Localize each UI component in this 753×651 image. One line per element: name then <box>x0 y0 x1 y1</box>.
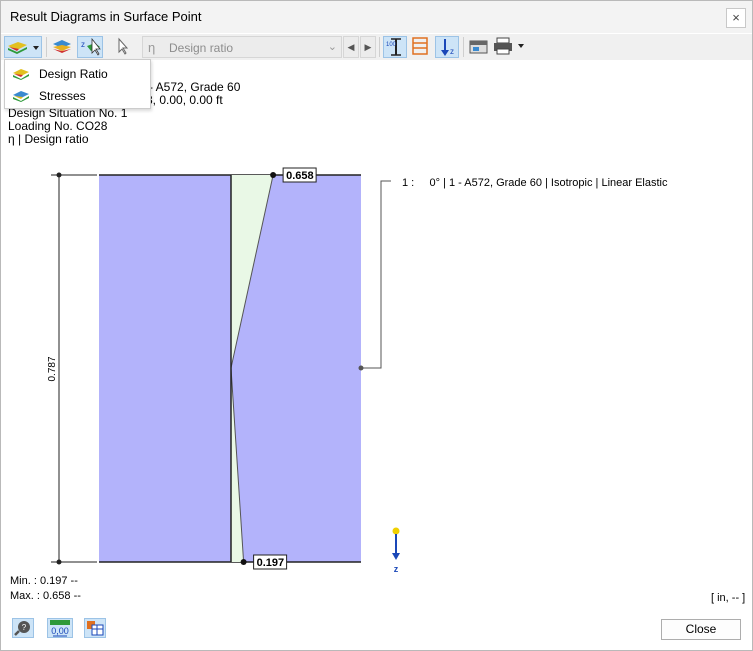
layers-button[interactable] <box>51 36 73 58</box>
z-axis-label: z <box>394 564 399 574</box>
layer-rect <box>99 175 361 562</box>
menu-item-stresses[interactable]: Stresses <box>5 85 150 107</box>
arrow-right-icon: ▶ <box>364 42 372 52</box>
svg-text:z: z <box>81 40 85 49</box>
min-value-text: 0.197 <box>257 557 285 569</box>
result-type-menu: Design Ratio Stresses <box>4 59 151 109</box>
legend-leader <box>361 180 391 369</box>
dimension-point-bottom <box>56 559 62 565</box>
report-button[interactable] <box>468 36 490 58</box>
surface-results-icon <box>8 42 39 54</box>
arrow-left-icon: ◀ <box>347 42 355 52</box>
max-value-label: 0.658 <box>282 167 317 183</box>
min-value-point <box>240 559 247 565</box>
min-value-label: 0.197 <box>253 554 288 570</box>
window-title: Result Diagrams in Surface Point <box>10 9 202 24</box>
min-value-readout: Min. : 0.197 -- <box>10 575 78 587</box>
design-ratio-icon <box>13 69 29 80</box>
toolbar: z η Design ratio ⌄ ◀ ▶ 100 z <box>1 34 752 60</box>
values-icon: z <box>81 37 101 56</box>
dimension-icon: 100 <box>386 38 401 56</box>
print-button[interactable] <box>493 36 529 58</box>
menu-item-label: Design Ratio <box>39 67 108 81</box>
z-axis-arrowhead <box>392 553 400 560</box>
layer-legend: 1 : 0° | 1 - A572, Grade 60 | Isotropic … <box>402 177 668 189</box>
result-diagrams-dialog: Result Diagrams in Surface Point × z η D… <box>0 0 753 651</box>
help-button[interactable]: ? <box>12 618 34 638</box>
export-button[interactable] <box>84 618 106 638</box>
close-button[interactable]: Close <box>661 619 741 640</box>
svg-text:z: z <box>450 47 454 56</box>
svg-text:100: 100 <box>386 42 397 48</box>
z-arrow-icon: z <box>441 39 454 56</box>
thickness-label: 0.787 <box>47 356 58 381</box>
toolbar-separator <box>46 37 47 57</box>
layers-split-button[interactable] <box>409 36 431 58</box>
units-label: [ in, -- ] <box>711 592 746 604</box>
close-icon[interactable]: × <box>726 8 746 28</box>
dimension-point-top <box>56 172 62 178</box>
svg-text:0,00: 0,00 <box>51 626 69 636</box>
result-quantity-value: Design ratio <box>169 41 234 55</box>
z-axis-direction-button[interactable]: z <box>435 36 459 58</box>
eta-symbol: η <box>148 40 156 55</box>
quantity-label: η | Design ratio <box>8 132 89 146</box>
menu-item-label: Stresses <box>39 89 86 103</box>
result-diagram: 0.787 0.658 0.197 1 : 0° | 1 - A572, Gra… <box>47 167 668 574</box>
point-coordinates-partial: 3, 0.00, 0.00 ft <box>146 93 223 107</box>
decimal-places-icon: 0,00 <box>50 620 70 637</box>
menu-item-design-ratio[interactable]: Design Ratio <box>5 63 150 85</box>
stresses-icon <box>13 91 29 102</box>
max-value-text: 0.658 <box>286 170 314 182</box>
max-value-readout: Max. : 0.658 -- <box>10 590 81 602</box>
values-button[interactable]: z <box>77 36 103 58</box>
printer-icon <box>494 37 524 55</box>
previous-button[interactable]: ◀ <box>343 36 359 58</box>
result-type-dropdown-button[interactable] <box>4 36 42 58</box>
table-export-icon <box>87 621 104 636</box>
thickness-dimension-button[interactable]: 100 <box>383 36 407 58</box>
legend-anchor-point <box>358 365 364 371</box>
title-bar: Result Diagrams in Surface Point × <box>1 1 752 33</box>
layers-icon <box>53 40 71 53</box>
select-point-button[interactable] <box>113 36 135 58</box>
pointer-icon <box>118 37 129 55</box>
magnifier-question-icon: ? <box>14 621 30 636</box>
z-axis-origin <box>392 527 400 535</box>
decimal-places-button[interactable]: 0,00 <box>47 618 73 638</box>
chevron-down-icon: ⌄ <box>327 41 337 53</box>
layer-split-icon <box>412 37 428 55</box>
report-icon <box>469 40 488 54</box>
next-button[interactable]: ▶ <box>360 36 376 58</box>
max-value-point <box>270 172 277 178</box>
svg-text:?: ? <box>22 623 27 632</box>
toolbar-separator <box>463 37 464 57</box>
result-quantity-select[interactable]: η Design ratio ⌄ <box>142 36 342 58</box>
toolbar-separator <box>379 37 380 57</box>
